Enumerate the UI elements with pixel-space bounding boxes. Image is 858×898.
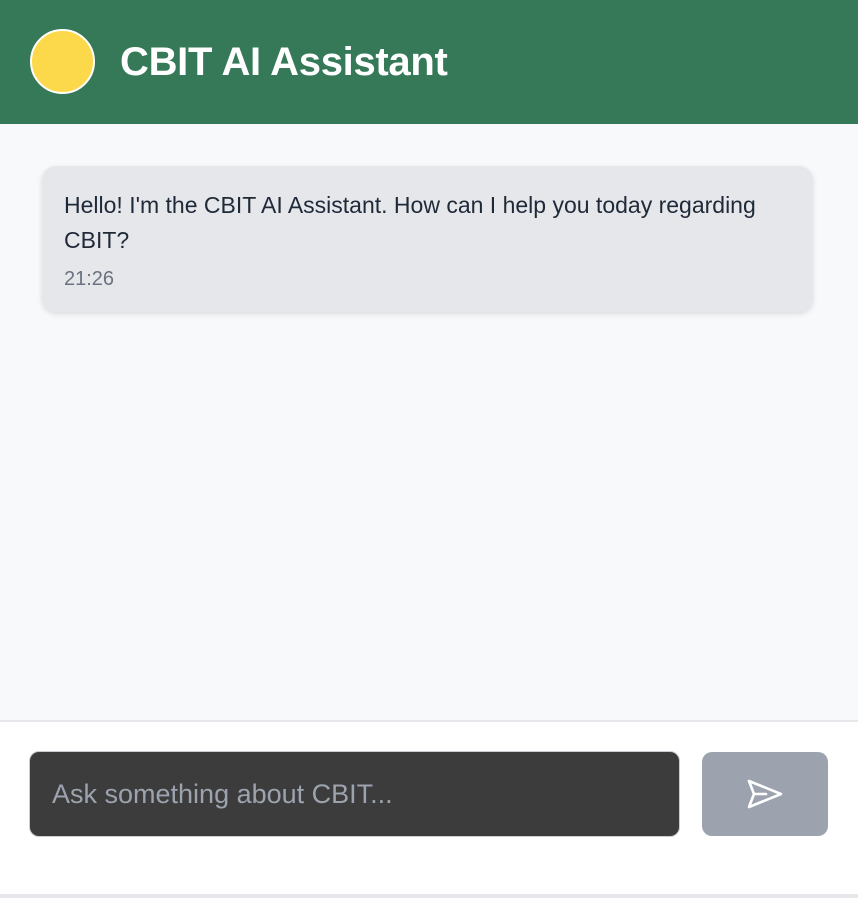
message-list[interactable]: Hello! I'm the CBIT AI Assistant. How ca…	[0, 124, 858, 720]
send-button[interactable]	[702, 752, 828, 836]
assistant-avatar	[30, 29, 95, 94]
send-icon	[747, 779, 783, 809]
message-timestamp: 21:26	[64, 268, 115, 290]
bottom-border	[0, 894, 858, 898]
page-title: CBIT AI Assistant	[120, 40, 448, 84]
assistant-message: Hello! I'm the CBIT AI Assistant. How ca…	[42, 166, 813, 312]
composer	[0, 722, 858, 894]
chat-app: CBIT AI Assistant Hello! I'm the CBIT AI…	[0, 0, 858, 898]
message-text: Hello! I'm the CBIT AI Assistant. How ca…	[64, 192, 756, 253]
message-input[interactable]	[29, 751, 680, 837]
chat-header: CBIT AI Assistant	[0, 0, 858, 124]
